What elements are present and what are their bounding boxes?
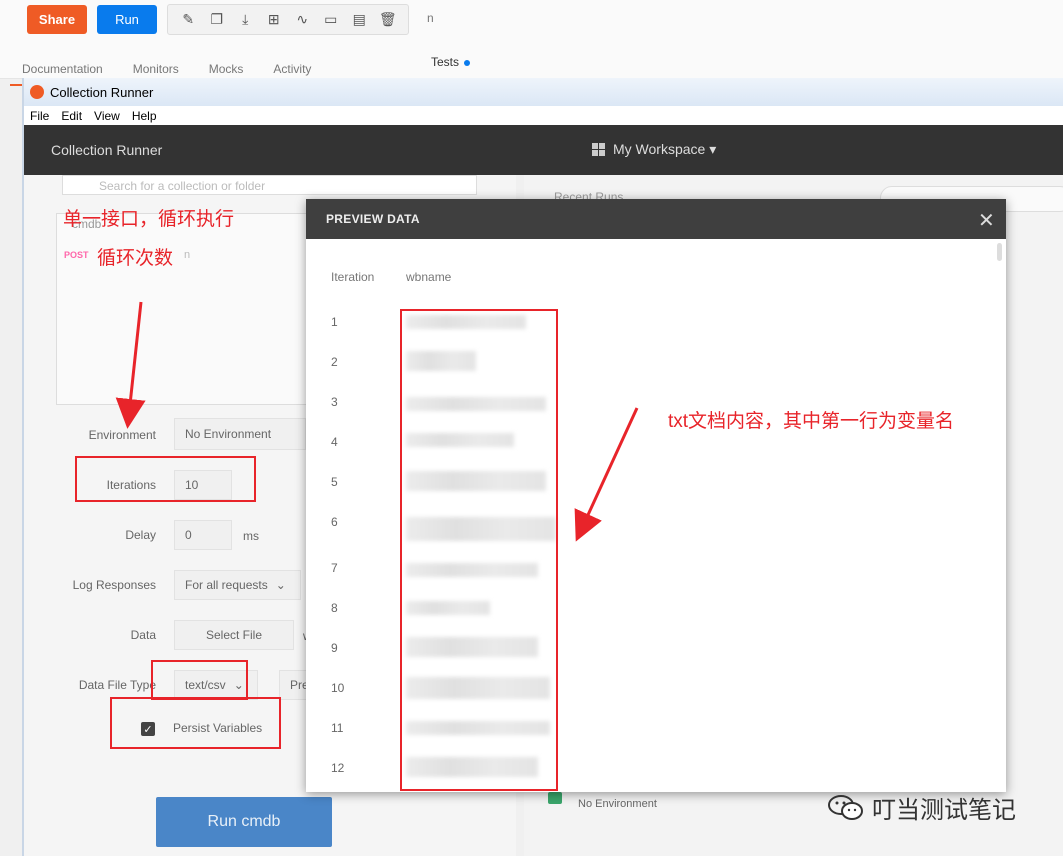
document-icon[interactable]: ▤ [350,11,368,29]
modal-title: PREVIEW DATA [326,212,420,226]
tab-mocks[interactable]: Mocks [209,62,244,76]
tab-tests[interactable]: Tests [431,55,471,69]
pencil-icon[interactable]: ✎ [179,11,197,29]
preview-button[interactable]: Pre [279,670,309,700]
delay-input[interactable]: 0 [174,520,232,550]
window-title: Collection Runner [50,84,154,100]
persist-highlight [110,697,281,749]
runner-header: Collection Runner My Workspace ▾ [24,125,1063,175]
iterations-highlight [75,456,256,502]
menu-view[interactable]: View [88,109,126,123]
table-row-index: 11 [331,721,344,735]
request-partial: n [184,249,191,261]
window-titlebar: Collection Runner [24,78,1063,106]
active-indicator [10,84,22,86]
trash-icon[interactable]: 🗑 [379,11,397,29]
select-file-button[interactable]: Select File [174,620,294,650]
table-row-index: 7 [331,561,338,575]
col-iteration: Iteration [331,270,375,284]
tab-activity[interactable]: Activity [273,62,311,76]
status-icon [548,792,562,804]
run-collection-button[interactable]: Run cmdb [156,797,332,847]
annotation-txt-content: txt文档内容，其中第一行为变量名 [668,411,955,432]
environment-label: Environment [88,428,156,442]
data-file-type-label: Data File Type [78,678,156,692]
wechat-icon [828,794,863,820]
menu-edit[interactable]: Edit [55,109,88,123]
duplicate-icon[interactable]: ❐ [208,11,226,29]
header-title: Collection Runner [51,142,163,158]
close-icon[interactable]: ✕ [978,208,995,233]
tab-documentation[interactable]: Documentation [22,62,103,76]
annotation-loop-count: 循环次数 [97,248,174,269]
menu-help[interactable]: Help [126,109,163,123]
data-column-highlight [400,309,558,791]
mock-icon[interactable]: ▭ [322,11,340,29]
monitor-icon[interactable]: ∿ [293,11,311,29]
table-row-index: 5 [331,475,338,489]
log-responses-select[interactable]: For all requests ⌄ [174,570,301,600]
table-row-index: 10 [331,681,345,695]
download-icon[interactable]: ⤓ [236,11,254,29]
annotation-single-api: 单一接口，循环执行 [63,209,235,230]
delay-label: Delay [125,528,156,542]
run-button[interactable]: Run [97,5,157,34]
environment-select[interactable]: No Environment [174,418,306,450]
workspace-switcher[interactable]: My Workspace ▾ [592,141,716,158]
filetype-highlight [151,660,248,700]
table-row-index: 4 [331,435,338,449]
tests-indicator-icon [464,59,471,66]
partial-text: n [427,11,434,25]
add-folder-icon[interactable]: ⊞ [265,11,283,29]
share-button[interactable]: Share [27,5,87,34]
table-row-index: 2 [331,355,338,369]
table-row-index: 9 [331,641,338,655]
method-badge: POST [64,250,89,260]
table-row-index: 12 [331,761,345,775]
grid-icon [592,143,605,156]
request-toolbar: ✎ ❐ ⤓ ⊞ ∿ ▭ ▤ 🗑 [167,4,409,35]
watermark: 叮当测试笔记 [828,790,1016,825]
table-row-index: 1 [331,315,338,329]
table-row-index: 8 [331,601,338,615]
collection-search-input[interactable]: Search for a collection or folder [62,175,477,195]
tests-label: Tests [431,55,460,69]
postman-logo-icon [30,85,44,99]
col-wbname: wbname [406,270,452,284]
log-responses-value: For all requests [185,578,268,592]
run-environment: No Environment [578,798,657,810]
workspace-name: My Workspace ▾ [613,141,717,157]
log-responses-label: Log Responses [72,578,156,592]
menu-file[interactable]: File [24,109,55,123]
table-row-index: 3 [331,395,338,409]
table-row-index: 6 [331,515,338,529]
scrollbar[interactable] [997,243,1002,261]
chevron-down-icon: ⌄ [275,578,286,592]
watermark-text: 叮当测试笔记 [872,797,1016,824]
delay-unit: ms [243,529,259,543]
menu-bar: File Edit View Help [24,106,1063,125]
tab-monitors[interactable]: Monitors [133,62,179,76]
collection-tabs: Documentation Monitors Mocks Activity [22,62,311,76]
data-label: Data [130,628,156,642]
